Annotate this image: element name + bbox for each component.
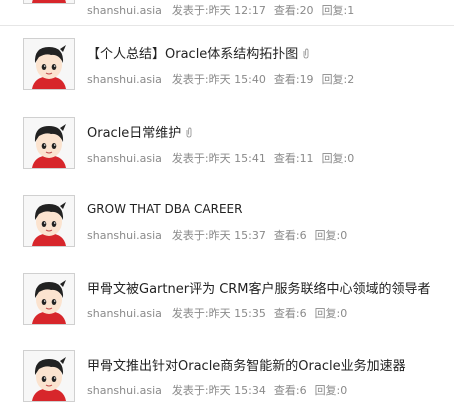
posted-label: 发表于: bbox=[171, 384, 209, 397]
posted-time: 昨天 12:17 bbox=[208, 4, 266, 17]
thread-row: 甲骨文被Gartner评为 CRM客户服务联络中心领域的领导者 shanshui… bbox=[0, 261, 454, 341]
avatar[interactable] bbox=[23, 0, 75, 4]
thread-meta: shanshui.asia 发表于:昨天 15:35 查看:6 回复:0 bbox=[87, 305, 355, 321]
cartoon-boy-avatar-icon bbox=[24, 274, 74, 324]
thread-meta: shanshui.asia 发表于:昨天 15:37 查看:6 回复:0 bbox=[87, 227, 355, 243]
thread-row: shanshui.asia 发表于:昨天 12:17 查看:20 回复:1 bbox=[0, 0, 454, 26]
author-link[interactable]: shanshui.asia bbox=[87, 307, 162, 320]
replies-label: 回复: bbox=[321, 73, 348, 86]
thread-title: 【个人总结】Oracle体系结构拓扑图 bbox=[87, 43, 310, 62]
thread-title: 甲骨文被Gartner评为 CRM客户服务联络中心领域的领导者 bbox=[87, 278, 431, 297]
avatar[interactable] bbox=[23, 117, 75, 169]
thread-title: Oracle日常维护 bbox=[87, 122, 193, 141]
posted-label: 发表于: bbox=[171, 73, 209, 86]
views-label: 查看: bbox=[273, 307, 300, 320]
views-label: 查看: bbox=[273, 73, 300, 86]
views-label: 查看: bbox=[273, 152, 300, 165]
thread-title: GROW THAT DBA CAREER bbox=[87, 202, 242, 217]
views-count: 19 bbox=[299, 73, 314, 86]
posted-time: 昨天 15:35 bbox=[208, 307, 266, 320]
paperclip-icon bbox=[303, 48, 309, 59]
thread-title: 甲骨文推出针对Oracle商务智能新的Oracle业务加速器 bbox=[87, 355, 406, 374]
thread-row: 【个人总结】Oracle体系结构拓扑图 shanshui.asia 发表于:昨天 … bbox=[0, 26, 454, 106]
views-count: 20 bbox=[299, 4, 314, 17]
replies-count: 0 bbox=[340, 229, 348, 242]
posted-time: 昨天 15:41 bbox=[208, 152, 266, 165]
author-link[interactable]: shanshui.asia bbox=[87, 152, 162, 165]
thread-row: GROW THAT DBA CAREER shanshui.asia 发表于:昨天… bbox=[0, 183, 454, 263]
thread-title-link[interactable]: Oracle日常维护 bbox=[87, 126, 181, 141]
views-count: 6 bbox=[299, 384, 307, 397]
views-label: 查看: bbox=[273, 229, 300, 242]
replies-count: 1 bbox=[347, 4, 355, 17]
thread-title-link[interactable]: 甲骨文推出针对Oracle商务智能新的Oracle业务加速器 bbox=[87, 359, 406, 374]
thread-row: 甲骨文推出针对Oracle商务智能新的Oracle业务加速器 shanshui.… bbox=[0, 340, 454, 419]
cartoon-boy-avatar-icon bbox=[24, 0, 74, 3]
replies-count: 0 bbox=[340, 384, 348, 397]
author-link[interactable]: shanshui.asia bbox=[87, 229, 162, 242]
views-label: 查看: bbox=[273, 384, 300, 397]
posted-label: 发表于: bbox=[171, 229, 209, 242]
replies-count: 0 bbox=[340, 307, 348, 320]
replies-label: 回复: bbox=[321, 152, 348, 165]
cartoon-boy-avatar-icon bbox=[24, 351, 74, 401]
replies-label: 回复: bbox=[314, 229, 341, 242]
cartoon-boy-avatar-icon bbox=[24, 39, 74, 89]
posted-time: 昨天 15:37 bbox=[208, 229, 266, 242]
replies-label: 回复: bbox=[314, 384, 341, 397]
avatar[interactable] bbox=[23, 38, 75, 90]
author-link[interactable]: shanshui.asia bbox=[87, 4, 162, 17]
thread-title-link[interactable]: GROW THAT DBA CAREER bbox=[87, 202, 242, 216]
replies-count: 0 bbox=[347, 152, 355, 165]
replies-count: 2 bbox=[347, 73, 355, 86]
author-link[interactable]: shanshui.asia bbox=[87, 384, 162, 397]
views-label: 查看: bbox=[273, 4, 300, 17]
thread-meta: shanshui.asia 发表于:昨天 12:17 查看:20 回复:1 bbox=[87, 2, 362, 18]
avatar[interactable] bbox=[23, 350, 75, 402]
cartoon-boy-avatar-icon bbox=[24, 196, 74, 246]
thread-row: Oracle日常维护 shanshui.asia 发表于:昨天 15:41 查看:1… bbox=[0, 105, 454, 185]
thread-title-link[interactable]: 【个人总结】Oracle体系结构拓扑图 bbox=[87, 47, 298, 62]
avatar[interactable] bbox=[23, 273, 75, 325]
avatar[interactable] bbox=[23, 195, 75, 247]
author-link[interactable]: shanshui.asia bbox=[87, 73, 162, 86]
views-count: 11 bbox=[299, 152, 314, 165]
posted-label: 发表于: bbox=[171, 307, 209, 320]
paperclip-icon bbox=[186, 127, 192, 138]
cartoon-boy-avatar-icon bbox=[24, 118, 74, 168]
posted-label: 发表于: bbox=[171, 4, 209, 17]
thread-meta: shanshui.asia 发表于:昨天 15:40 查看:19 回复:2 bbox=[87, 71, 362, 87]
views-count: 6 bbox=[299, 229, 307, 242]
posted-time: 昨天 15:34 bbox=[208, 384, 266, 397]
posted-time: 昨天 15:40 bbox=[208, 73, 266, 86]
replies-label: 回复: bbox=[314, 307, 341, 320]
views-count: 6 bbox=[299, 307, 307, 320]
posted-label: 发表于: bbox=[171, 152, 209, 165]
thread-meta: shanshui.asia 发表于:昨天 15:34 查看:6 回复:0 bbox=[87, 382, 355, 398]
thread-meta: shanshui.asia 发表于:昨天 15:41 查看:11 回复:0 bbox=[87, 150, 362, 166]
replies-label: 回复: bbox=[321, 4, 348, 17]
thread-title-link[interactable]: 甲骨文被Gartner评为 CRM客户服务联络中心领域的领导者 bbox=[87, 282, 431, 297]
